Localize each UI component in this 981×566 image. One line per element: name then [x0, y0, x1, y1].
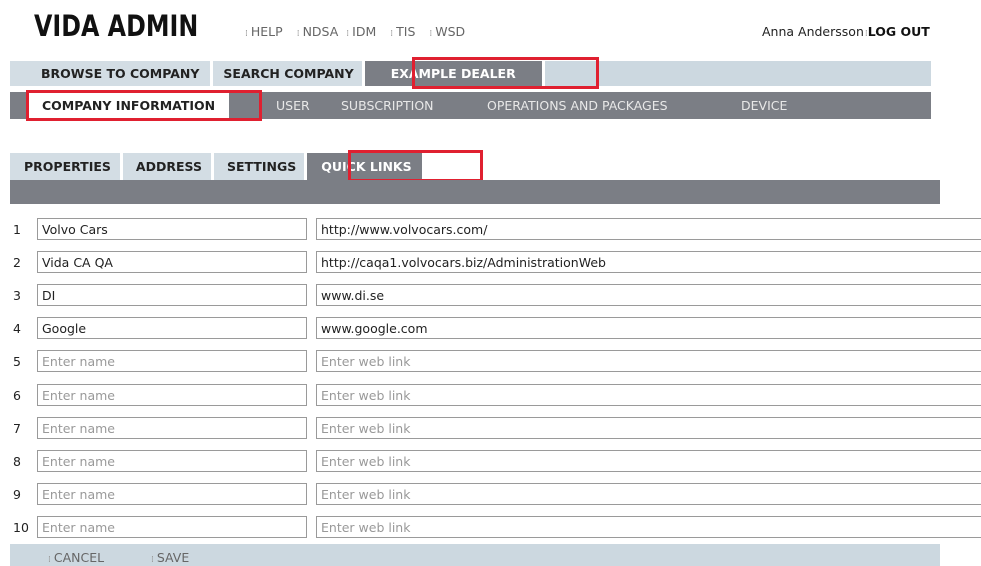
- subtab-subscription[interactable]: SUBSCRIPTION: [341, 92, 434, 119]
- top-links: ⁞ HELP ⁞ NDSA ⁞ IDM ⁞ TIS ⁞ WSD: [245, 24, 479, 39]
- row-number: 9: [13, 487, 21, 502]
- help-link[interactable]: ⁞ HELP: [245, 24, 283, 39]
- link-name-input[interactable]: [37, 516, 307, 538]
- separator-icon: ⁞: [346, 29, 349, 39]
- web-link-input[interactable]: [316, 483, 981, 505]
- footer-bar: [10, 544, 940, 566]
- web-link-input[interactable]: [316, 417, 981, 439]
- idm-link-label: IDM: [352, 24, 377, 39]
- row-number: 10: [13, 520, 29, 535]
- subtab-device[interactable]: DEVICE: [741, 92, 787, 119]
- sub-tabs: COMPANY INFORMATION USER SUBSCRIPTION OP…: [10, 92, 931, 119]
- user-box: Anna Andersson⁞LOG OUT: [762, 24, 930, 39]
- row-number: 3: [13, 288, 21, 303]
- tab-search-company[interactable]: SEARCH COMPANY: [213, 61, 365, 86]
- tab-browse-to-company[interactable]: BROWSE TO COMPANY: [10, 61, 214, 86]
- tis-link[interactable]: ⁞ TIS: [390, 24, 415, 39]
- tab-properties[interactable]: PROPERTIES: [10, 153, 120, 180]
- tab-settings[interactable]: SETTINGS: [213, 153, 305, 180]
- web-link-input[interactable]: [316, 317, 981, 339]
- section-bar: [10, 180, 940, 204]
- tab-quick-links[interactable]: QUICK LINKS: [307, 153, 422, 180]
- main-tabs: BROWSE TO COMPANY SEARCH COMPANY EXAMPLE…: [10, 61, 931, 86]
- save-button-label: SAVE: [156, 550, 190, 565]
- tab-example-dealer[interactable]: EXAMPLE DEALER: [364, 61, 545, 86]
- subtab-operations-and-packages[interactable]: OPERATIONS AND PACKAGES: [487, 92, 668, 119]
- link-name-input[interactable]: [37, 317, 307, 339]
- tab-address[interactable]: ADDRESS: [122, 153, 211, 180]
- inner-tabs: PROPERTIES ADDRESS SETTINGS QUICK LINKS: [10, 153, 425, 180]
- web-link-input[interactable]: [316, 516, 981, 538]
- help-link-label: HELP: [250, 24, 283, 39]
- separator-icon: ⁞: [151, 555, 154, 565]
- link-name-input[interactable]: [37, 218, 307, 240]
- web-link-input[interactable]: [316, 450, 981, 472]
- logout-link[interactable]: LOG OUT: [868, 24, 930, 39]
- row-number: 1: [13, 222, 21, 237]
- row-number: 4: [13, 321, 21, 336]
- user-name: Anna Andersson: [762, 24, 864, 39]
- separator-icon: ⁞: [429, 29, 432, 39]
- wsd-link[interactable]: ⁞ WSD: [429, 24, 465, 39]
- row-number: 6: [13, 388, 21, 403]
- subtab-company-information[interactable]: COMPANY INFORMATION: [28, 92, 230, 119]
- web-link-input[interactable]: [316, 218, 981, 240]
- link-name-input[interactable]: [37, 483, 307, 505]
- link-name-input[interactable]: [37, 251, 307, 273]
- row-number: 5: [13, 354, 21, 369]
- link-name-input[interactable]: [37, 417, 307, 439]
- web-link-input[interactable]: [316, 350, 981, 372]
- link-name-input[interactable]: [37, 350, 307, 372]
- web-link-input[interactable]: [316, 251, 981, 273]
- separator-icon: ⁞: [48, 555, 51, 565]
- idm-link[interactable]: ⁞ IDM: [346, 24, 376, 39]
- tis-link-label: TIS: [396, 24, 416, 39]
- separator-icon: ⁞: [245, 29, 248, 39]
- ndsa-link-label: NDSA: [302, 24, 339, 39]
- row-number: 7: [13, 421, 21, 436]
- cancel-button[interactable]: ⁞ CANCEL: [48, 550, 104, 565]
- separator-icon: ⁞: [390, 29, 393, 39]
- row-number: 2: [13, 255, 21, 270]
- ndsa-link[interactable]: ⁞ NDSA: [297, 24, 339, 39]
- web-link-input[interactable]: [316, 384, 981, 406]
- link-name-input[interactable]: [37, 450, 307, 472]
- link-name-input[interactable]: [37, 384, 307, 406]
- subtab-user[interactable]: USER: [276, 92, 310, 119]
- cancel-button-label: CANCEL: [53, 550, 105, 565]
- separator-icon: ⁞: [296, 29, 300, 39]
- save-button[interactable]: ⁞ SAVE: [151, 550, 189, 565]
- link-name-input[interactable]: [37, 284, 307, 306]
- row-number: 8: [13, 454, 21, 469]
- web-link-input[interactable]: [316, 284, 981, 306]
- separator-icon: ⁞: [864, 29, 868, 39]
- app-logo: VIDA ADMIN: [34, 9, 199, 43]
- wsd-link-label: WSD: [435, 24, 466, 39]
